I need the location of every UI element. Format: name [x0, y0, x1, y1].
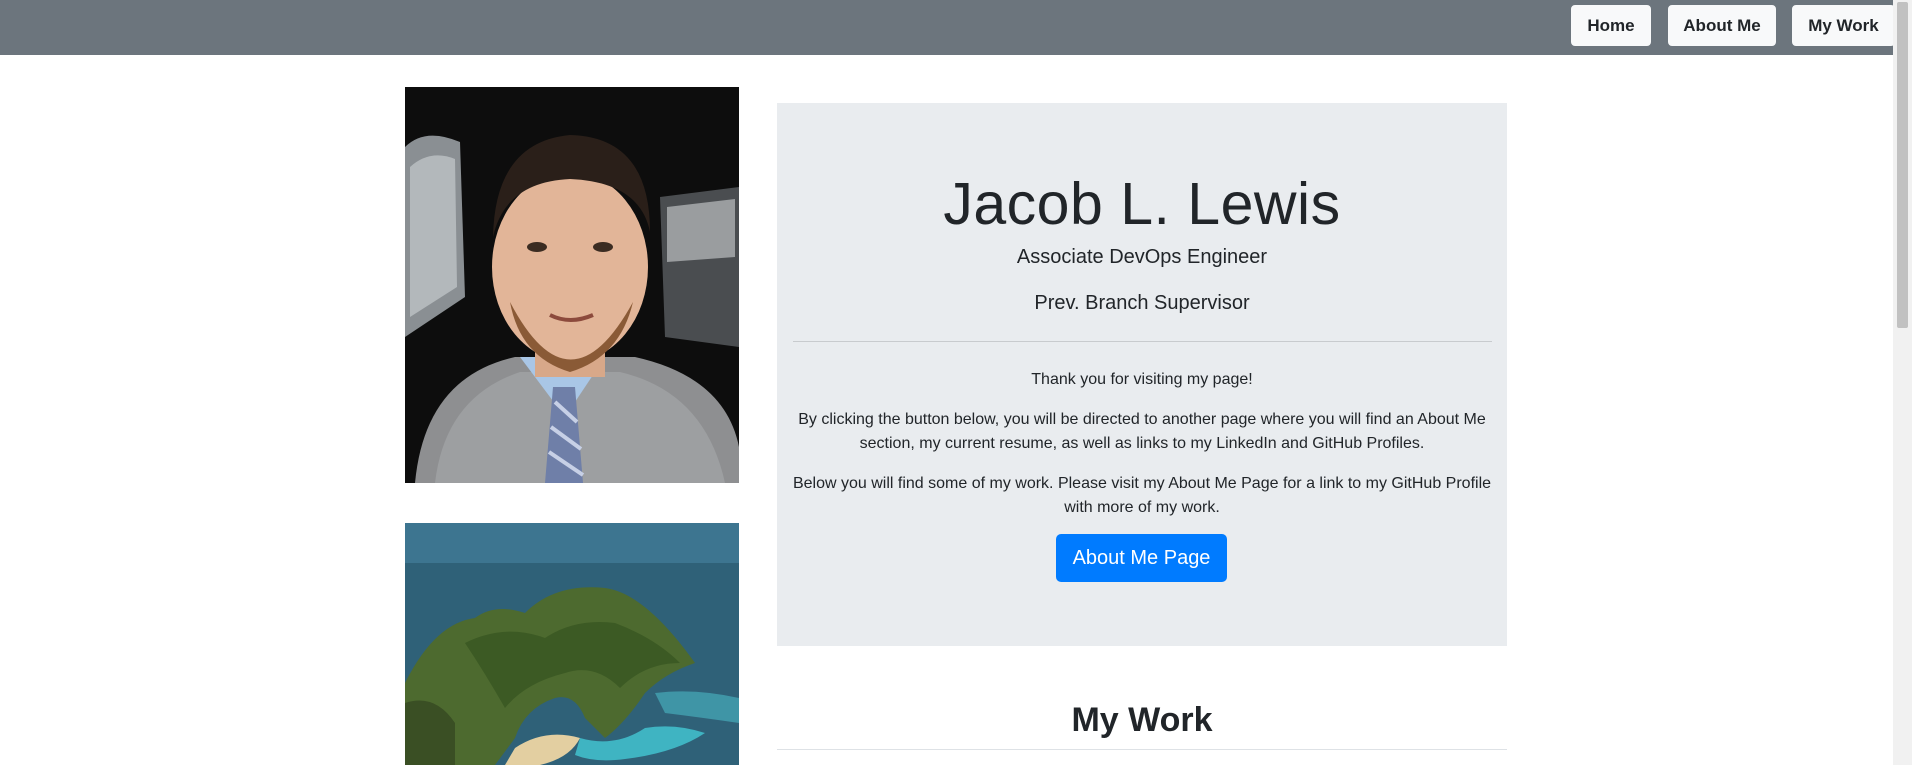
scrollbar-thumb[interactable]	[1897, 2, 1908, 328]
profile-photo	[405, 87, 739, 483]
my-work-heading: My Work	[1071, 701, 1213, 739]
about-me-page-button[interactable]: About Me Page	[1056, 534, 1227, 582]
section-divider	[777, 749, 1507, 750]
nav-home-button[interactable]: Home	[1571, 5, 1651, 46]
intro-jumbotron: Jacob L. Lewis Associate DevOps Engineer…	[777, 103, 1507, 646]
nav-my-work-button[interactable]: My Work	[1792, 5, 1895, 46]
intro-paragraph: By clicking the button below, you will b…	[798, 411, 1486, 452]
nav-about-me-button[interactable]: About Me	[1668, 5, 1776, 46]
scrollbar[interactable]	[1893, 0, 1912, 765]
previous-title: Prev. Branch Supervisor	[1034, 292, 1250, 314]
welcome-text: Thank you for visiting my page!	[1031, 371, 1253, 388]
job-title: Associate DevOps Engineer	[1016, 246, 1268, 268]
divider	[793, 341, 1492, 342]
work-paragraph: Below you will find some of my work. Ple…	[792, 475, 1492, 516]
page-title: Jacob L. Lewis	[943, 171, 1341, 237]
page: Home About Me My Work Jacob L. Lewis Ass…	[0, 0, 1912, 765]
island-photo	[405, 523, 739, 765]
top-navbar: Home About Me My Work	[0, 0, 1895, 55]
